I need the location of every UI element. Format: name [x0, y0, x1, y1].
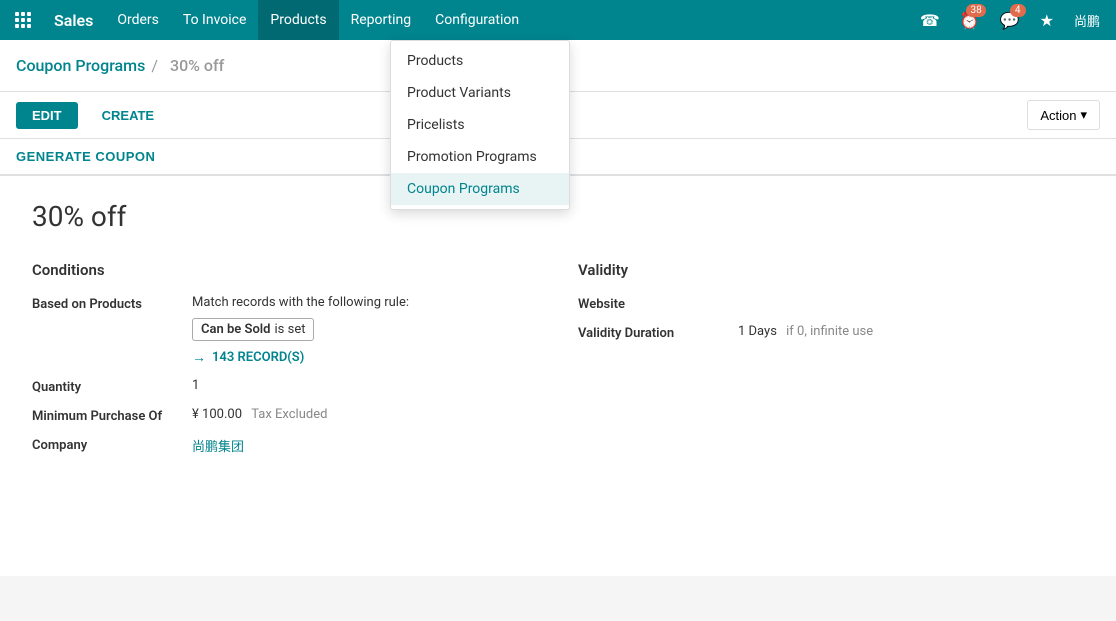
filter-field: Can be Sold — [201, 322, 271, 337]
action-button[interactable]: Action ▾ — [1027, 100, 1100, 130]
validity-duration-row: Validity Duration 1 Days if 0, infinite … — [578, 324, 1084, 341]
messages-icon[interactable]: 💬 4 — [992, 0, 1028, 40]
nav-item-products[interactable]: Products — [258, 0, 338, 40]
nav-item-configuration[interactable]: Configuration — [423, 0, 531, 40]
min-purchase-row: Minimum Purchase Of ¥ 100.00 Tax Exclude… — [32, 407, 538, 424]
breadcrumb-current: 30% off — [170, 56, 224, 75]
validity-duration-label: Validity Duration — [578, 324, 738, 341]
create-button[interactable]: CREATE — [86, 102, 170, 129]
navbar: Sales Orders To Invoice Products Reporti… — [0, 0, 1116, 40]
website-label: Website — [578, 295, 738, 312]
nav-item-reporting[interactable]: Reporting — [339, 0, 424, 40]
dropdown-item-products[interactable]: Products — [391, 45, 569, 77]
dropdown-item-promotion-programs[interactable]: Promotion Programs — [391, 141, 569, 173]
min-purchase-value: ¥ 100.00 Tax Excluded — [192, 407, 327, 422]
starred-icon[interactable]: ★ — [1032, 0, 1062, 40]
grid-menu-icon[interactable] — [8, 0, 38, 40]
action-chevron-icon: ▾ — [1080, 107, 1087, 123]
activity-badge: 38 — [966, 4, 985, 17]
main-content: 30% off Conditions Based on Products Mat… — [0, 176, 1116, 576]
company-link[interactable]: 尚鹏集团 — [192, 440, 244, 455]
validity-title: Validity — [578, 261, 1084, 279]
arrow-icon: → — [192, 349, 206, 366]
form-sections: Conditions Based on Products Match recor… — [0, 245, 1116, 483]
min-purchase-label: Minimum Purchase Of — [32, 407, 192, 424]
app-name[interactable]: Sales — [42, 0, 105, 40]
dropdown-item-coupon-programs[interactable]: Coupon Programs — [391, 173, 569, 205]
match-records-text: Match records with the following rule: — [192, 295, 409, 310]
quantity-value: 1 — [192, 378, 199, 393]
records-link[interactable]: → 143 RECORD(S) — [192, 349, 409, 366]
username[interactable]: 尚鹏 — [1066, 11, 1108, 30]
phone-icon[interactable]: ☎ — [912, 0, 948, 40]
conditions-title: Conditions — [32, 261, 538, 279]
based-on-products-row: Based on Products Match records with the… — [32, 295, 538, 366]
dropdown-item-pricelists[interactable]: Pricelists — [391, 109, 569, 141]
company-label: Company — [32, 436, 192, 453]
breadcrumb: Coupon Programs / 30% off — [16, 56, 230, 75]
based-on-label: Based on Products — [32, 295, 192, 312]
company-row: Company 尚鹏集团 — [32, 436, 538, 455]
messages-badge: 4 — [1010, 4, 1026, 17]
dropdown-item-product-variants[interactable]: Product Variants — [391, 77, 569, 109]
filter-operator: is set — [275, 322, 306, 337]
quantity-row: Quantity 1 — [32, 378, 538, 395]
based-on-value: Match records with the following rule: C… — [192, 295, 409, 366]
products-dropdown: Products Product Variants Pricelists Pro… — [390, 40, 570, 210]
quantity-label: Quantity — [32, 378, 192, 395]
validity-duration-value: 1 Days if 0, infinite use — [738, 324, 873, 339]
validity-section: Validity Website Validity Duration 1 Day… — [578, 261, 1084, 467]
company-value: 尚鹏集团 — [192, 436, 244, 455]
breadcrumb-separator: / — [151, 56, 158, 75]
nav-item-to-invoice[interactable]: To Invoice — [171, 0, 259, 40]
filter-tag: Can be Sold is set — [192, 318, 314, 341]
nav-item-orders[interactable]: Orders — [105, 0, 171, 40]
navbar-right: ☎ ⏰ 38 💬 4 ★ 尚鹏 — [912, 0, 1108, 40]
main-nav: Orders To Invoice Products Reporting Con… — [105, 0, 531, 40]
website-row: Website — [578, 295, 1084, 312]
breadcrumb-parent[interactable]: Coupon Programs — [16, 56, 145, 75]
generate-coupon-button[interactable]: GENERATE COUPON — [16, 145, 155, 168]
edit-button[interactable]: EDIT — [16, 102, 78, 129]
activity-icon[interactable]: ⏰ 38 — [952, 0, 988, 40]
conditions-section: Conditions Based on Products Match recor… — [32, 261, 538, 467]
